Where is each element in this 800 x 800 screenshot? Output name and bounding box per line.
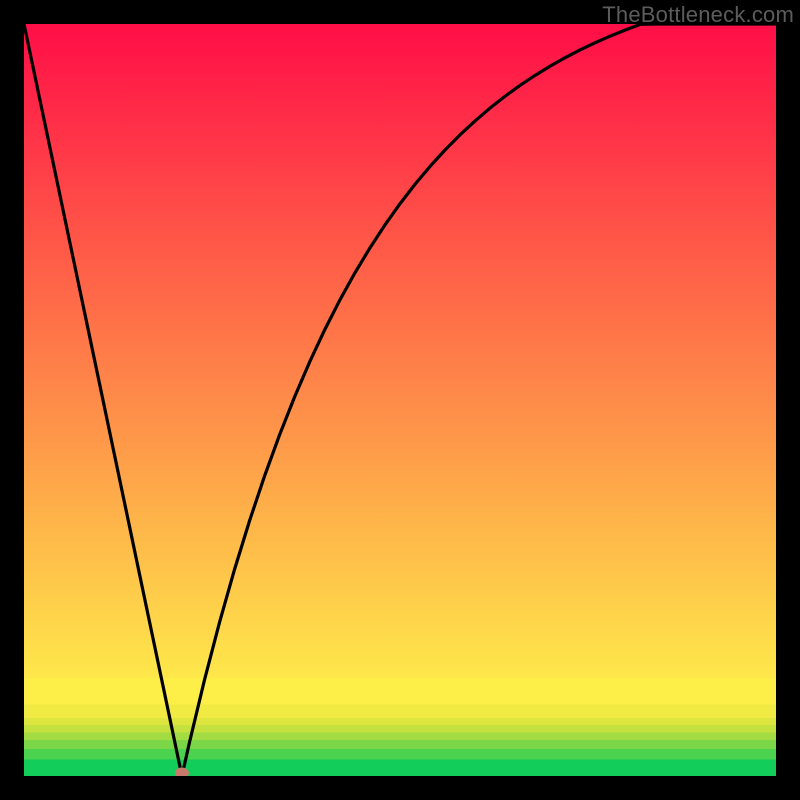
chart-frame bbox=[24, 24, 776, 776]
watermark-text: TheBottleneck.com bbox=[602, 2, 794, 28]
bottleneck-chart bbox=[24, 24, 776, 776]
chart-background bbox=[24, 24, 776, 776]
